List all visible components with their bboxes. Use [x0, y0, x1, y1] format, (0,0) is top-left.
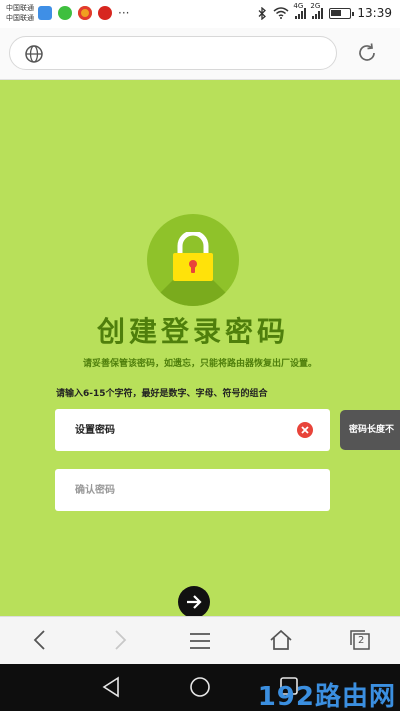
signal-1: 4G	[293, 2, 307, 19]
page-subtitle: 请妥善保管该密码，如遗忘，只能将路由器恢复出厂设置。	[82, 359, 317, 369]
tabs-count: 2	[358, 635, 365, 646]
clear-input-button[interactable]	[297, 422, 313, 438]
netease-icon	[98, 6, 112, 20]
globe-icon	[25, 45, 43, 63]
password-input[interactable]	[75, 409, 295, 451]
back-icon[interactable]	[32, 629, 48, 651]
confirm-password-input[interactable]	[75, 469, 295, 511]
browser-toolbar: 2	[0, 616, 400, 664]
status-right: 4G 2G 13:39	[258, 2, 392, 20]
network-type-1: 4G	[293, 2, 304, 10]
menu-icon[interactable]	[189, 632, 211, 650]
carrier-2: 中国联通	[6, 14, 34, 22]
lock-icon	[173, 232, 213, 281]
bluetooth-icon	[258, 6, 267, 20]
battery-level	[331, 9, 342, 16]
carrier-1: 中国联通	[6, 4, 34, 12]
notification-icons: ···	[38, 6, 129, 20]
more-notifications: ···	[118, 6, 130, 20]
battery-icon	[329, 7, 355, 19]
forward-icon[interactable]	[112, 629, 128, 651]
status-bar: 中国联通 中国联通 ··· 4G 2G 13:39	[0, 0, 400, 28]
password-length-tooltip: 密码长度不	[340, 410, 400, 450]
refresh-icon[interactable]	[356, 42, 378, 64]
arrow-right-icon	[187, 595, 202, 609]
weibo-icon	[78, 6, 92, 20]
close-icon	[301, 426, 309, 434]
browser-address-bar	[0, 28, 400, 80]
signal-2: 2G	[310, 2, 324, 19]
lock-logo	[147, 214, 239, 306]
clock: 13:39	[357, 6, 392, 20]
wifi-icon	[273, 7, 289, 19]
tabs-icon[interactable]: 2	[349, 629, 371, 651]
network-type-2: 2G	[310, 2, 321, 10]
password-field	[55, 409, 330, 451]
home-icon[interactable]	[269, 629, 293, 651]
next-button[interactable]	[178, 586, 210, 618]
back-triangle-icon[interactable]	[101, 676, 121, 698]
confirm-password-field	[55, 469, 330, 511]
chat-icon	[38, 6, 52, 20]
url-field[interactable]	[9, 36, 337, 70]
site-watermark: 192路由网	[257, 682, 396, 711]
home-circle-icon[interactable]	[189, 676, 211, 698]
carrier-info: 中国联通 中国联通	[6, 3, 34, 23]
wechat-icon	[58, 6, 72, 20]
page-title: 创建登录密码	[96, 315, 289, 348]
password-hint: 请输入6-15个字符，最好是数字、字母、符号的组合	[56, 389, 268, 399]
